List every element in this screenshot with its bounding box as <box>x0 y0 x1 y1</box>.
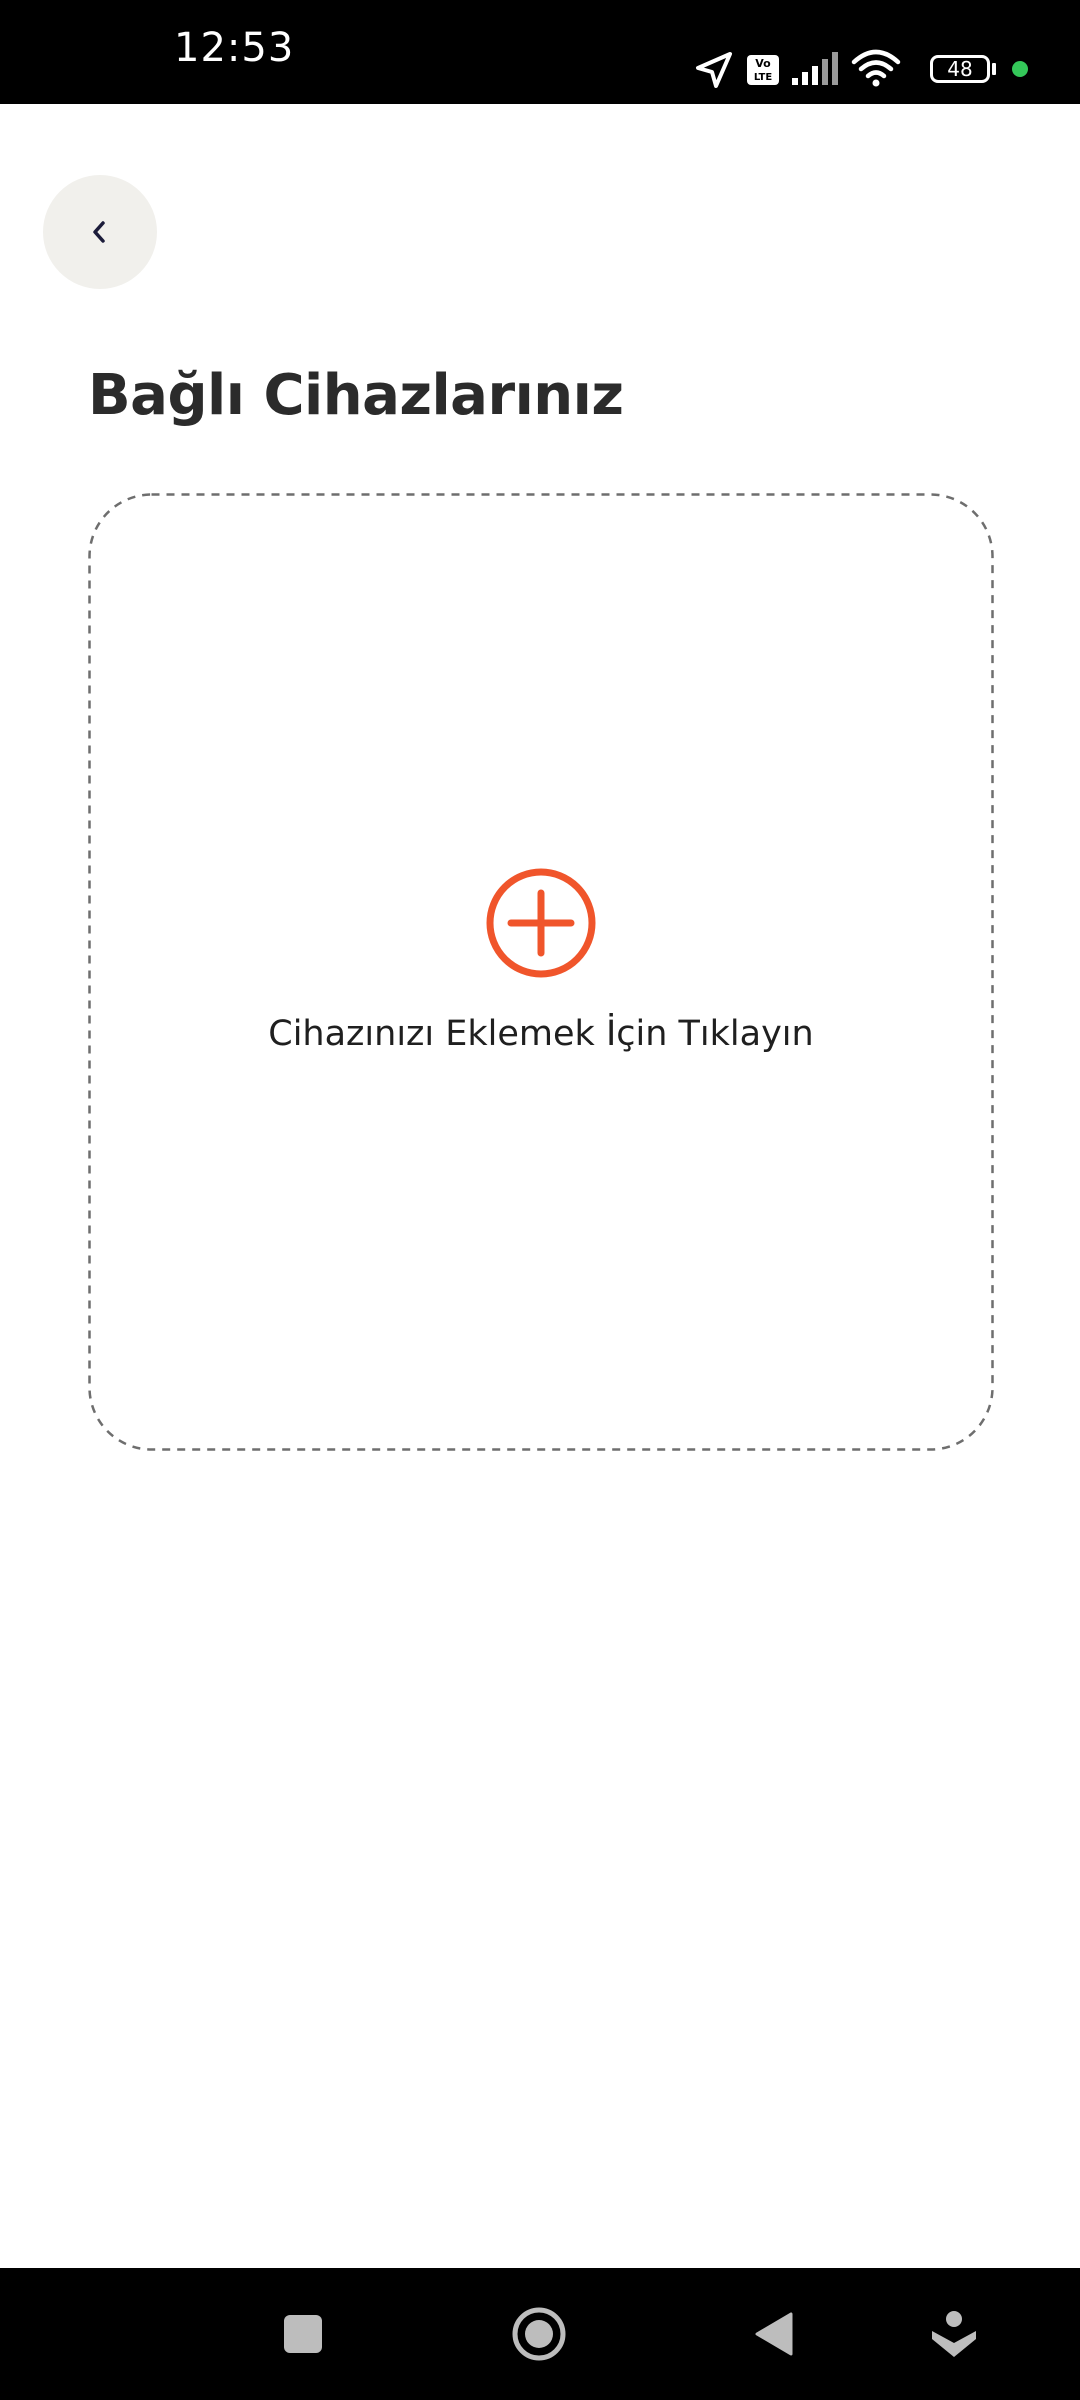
screen: 12:53 Vo LTE 48 Bağlı Cihazlarınız Cihaz… <box>0 0 1080 2400</box>
battery-tip <box>992 63 996 75</box>
privacy-dot-icon <box>1012 61 1028 77</box>
recents-button[interactable] <box>243 2268 363 2400</box>
add-device-card[interactable]: Cihazınızı Eklemek İçin Tıklayın <box>88 493 994 1451</box>
volte-icon: Vo LTE <box>747 55 779 85</box>
volte-badge-top: Vo <box>755 57 771 70</box>
volte-badge-bottom: LTE <box>754 72 773 83</box>
battery-level: 48 <box>947 57 973 81</box>
wifi-icon <box>851 49 901 87</box>
status-bar: 12:53 Vo LTE 48 <box>0 0 1080 104</box>
page-title: Bağlı Cihazlarınız <box>88 363 624 428</box>
status-icons: Vo LTE 48 <box>680 0 1080 104</box>
navigation-bar <box>0 2268 1080 2400</box>
home-button[interactable] <box>479 2268 599 2400</box>
back-triangle-icon <box>755 2312 793 2356</box>
battery-icon: 48 <box>930 55 990 83</box>
signal-icon <box>792 52 838 85</box>
assistant-icon <box>932 2311 976 2357</box>
home-circle-icon <box>512 2307 566 2361</box>
back-nav-button[interactable] <box>714 2268 834 2400</box>
location-arrow-icon <box>696 52 732 88</box>
plus-circle-icon[interactable] <box>484 866 598 980</box>
add-device-label: Cihazınızı Eklemek İçin Tıklayın <box>268 1014 814 1054</box>
recents-square-icon <box>284 2315 322 2353</box>
assistant-button[interactable] <box>894 2268 1014 2400</box>
status-time: 12:53 <box>174 25 295 71</box>
back-button[interactable] <box>43 175 157 289</box>
chevron-left-icon <box>93 221 105 243</box>
